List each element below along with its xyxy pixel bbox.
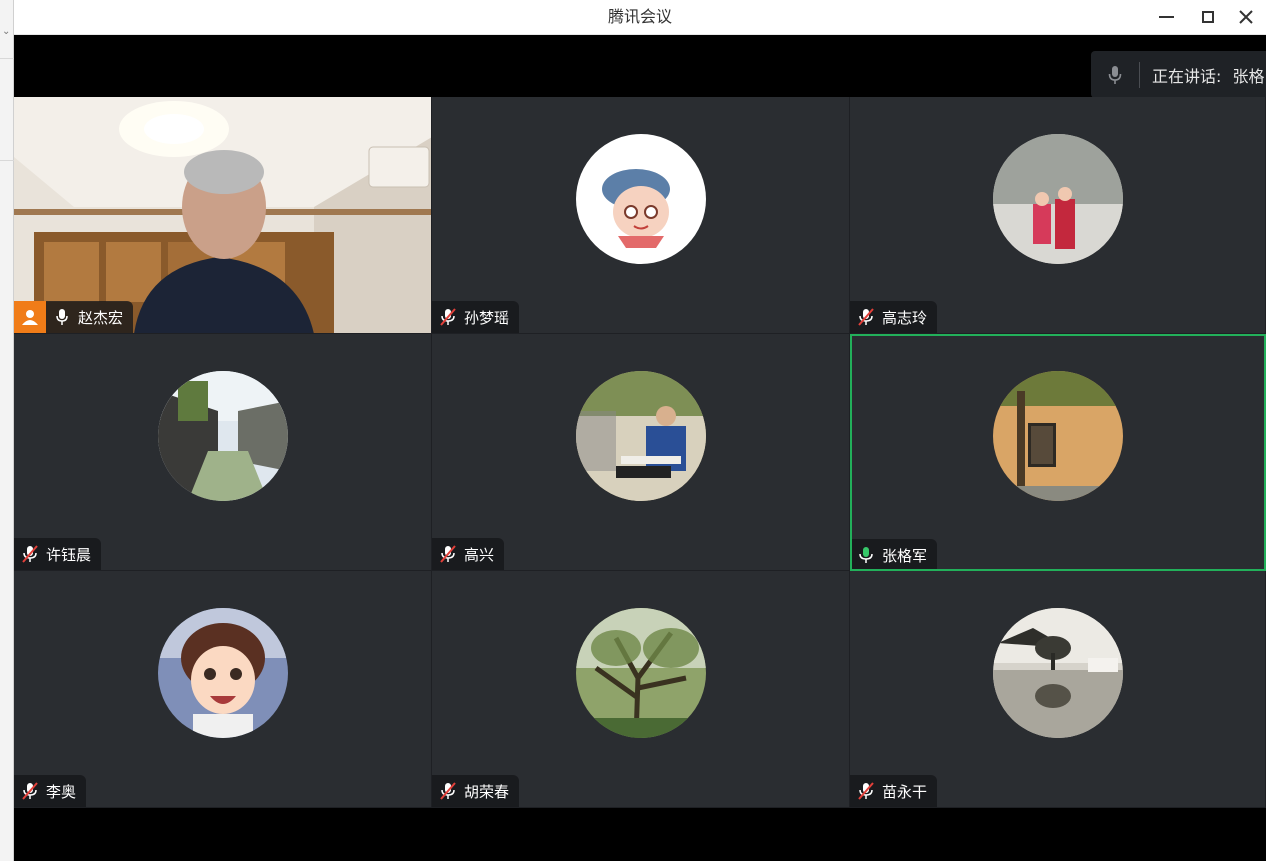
participant-tile[interactable]: 胡荣春: [432, 571, 850, 808]
mic-muted-icon: [20, 544, 40, 564]
participant-name-tag: 李奥: [14, 775, 87, 807]
participant-tile[interactable]: 孙梦瑶: [432, 97, 850, 334]
avatar: [157, 371, 288, 501]
participant-name-tag: 张格军: [852, 539, 938, 569]
speaking-name: 张格: [1232, 66, 1265, 86]
participant-tile[interactable]: 许钰晨: [14, 334, 432, 571]
participant-name: 孙梦瑶: [464, 308, 510, 327]
participant-tile[interactable]: 高兴: [432, 334, 850, 571]
participant-tile[interactable]: 高志玲: [850, 97, 1266, 334]
participant-tile[interactable]: 李奥: [14, 571, 432, 808]
participant-name: 胡荣春: [464, 782, 510, 801]
speaking-indicator: 正在讲话: 张格: [1091, 51, 1266, 98]
divider: [0, 160, 14, 161]
window-title: 腾讯会议: [607, 7, 672, 26]
mic-icon: [1091, 65, 1139, 85]
participant-name: 高兴: [464, 545, 495, 564]
close-icon: [1239, 10, 1253, 24]
camera-video: [14, 97, 431, 333]
avatar: [575, 134, 706, 264]
participant-grid: 赵杰宏 孙梦瑶 高志玲 许钰晨 高兴 张格军 李奥 胡荣春 苗永干: [14, 97, 1266, 808]
avatar: [993, 371, 1123, 501]
minimize-button[interactable]: [1144, 0, 1188, 34]
divider: [1139, 61, 1140, 88]
avatar: [575, 608, 706, 738]
mic-muted-icon: [438, 307, 458, 327]
participant-name-tag: 高志玲: [850, 301, 938, 333]
participant-name-tag: 孙梦瑶: [432, 301, 520, 333]
mic-muted-icon: [438, 544, 458, 564]
bottom-strip: [14, 808, 1266, 861]
title-bar: 腾讯会议: [14, 0, 1266, 35]
background-glyph: ⏐: [0, 118, 3, 133]
divider: [0, 58, 14, 59]
minimize-icon: [1158, 16, 1174, 18]
participant-name-tag: 苗永干: [850, 775, 938, 807]
speaking-label: 正在讲话:: [1152, 66, 1222, 86]
mic-icon: [52, 307, 72, 327]
participant-name: 许钰晨: [46, 545, 92, 564]
participant-name: 苗永干: [882, 782, 928, 801]
close-button[interactable]: [1224, 0, 1266, 34]
maximize-icon: [1202, 11, 1214, 23]
avatar: [992, 608, 1123, 738]
mic-muted-icon: [856, 781, 876, 801]
participant-name: 李奥: [46, 782, 77, 801]
mic-muted-icon: [856, 307, 876, 327]
participant-name: 赵杰宏: [78, 308, 124, 327]
participant-tile-active[interactable]: 张格军: [850, 334, 1266, 571]
participant-name-tag: 许钰晨: [14, 538, 102, 570]
participant-name-tag: 胡荣春: [432, 775, 520, 807]
host-icon: [14, 301, 46, 333]
participant-tile[interactable]: 苗永干: [850, 571, 1266, 808]
mic-muted-icon: [20, 781, 40, 801]
participant-name-tag: 高兴: [432, 538, 505, 570]
chevron-down-icon: ⌄: [2, 26, 11, 37]
avatar: [992, 134, 1123, 264]
participant-name-tag: 赵杰宏: [14, 301, 134, 333]
background-window-sliver: ⌄ ⏐: [0, 0, 14, 861]
participant-tile[interactable]: 赵杰宏: [14, 97, 432, 334]
avatar: [157, 608, 288, 738]
mic-muted-icon: [438, 781, 458, 801]
participant-name: 张格军: [882, 546, 928, 565]
avatar: [575, 371, 706, 501]
mic-speaking-icon: [856, 545, 876, 565]
top-strip: [14, 35, 1266, 97]
participant-name: 高志玲: [882, 308, 928, 327]
